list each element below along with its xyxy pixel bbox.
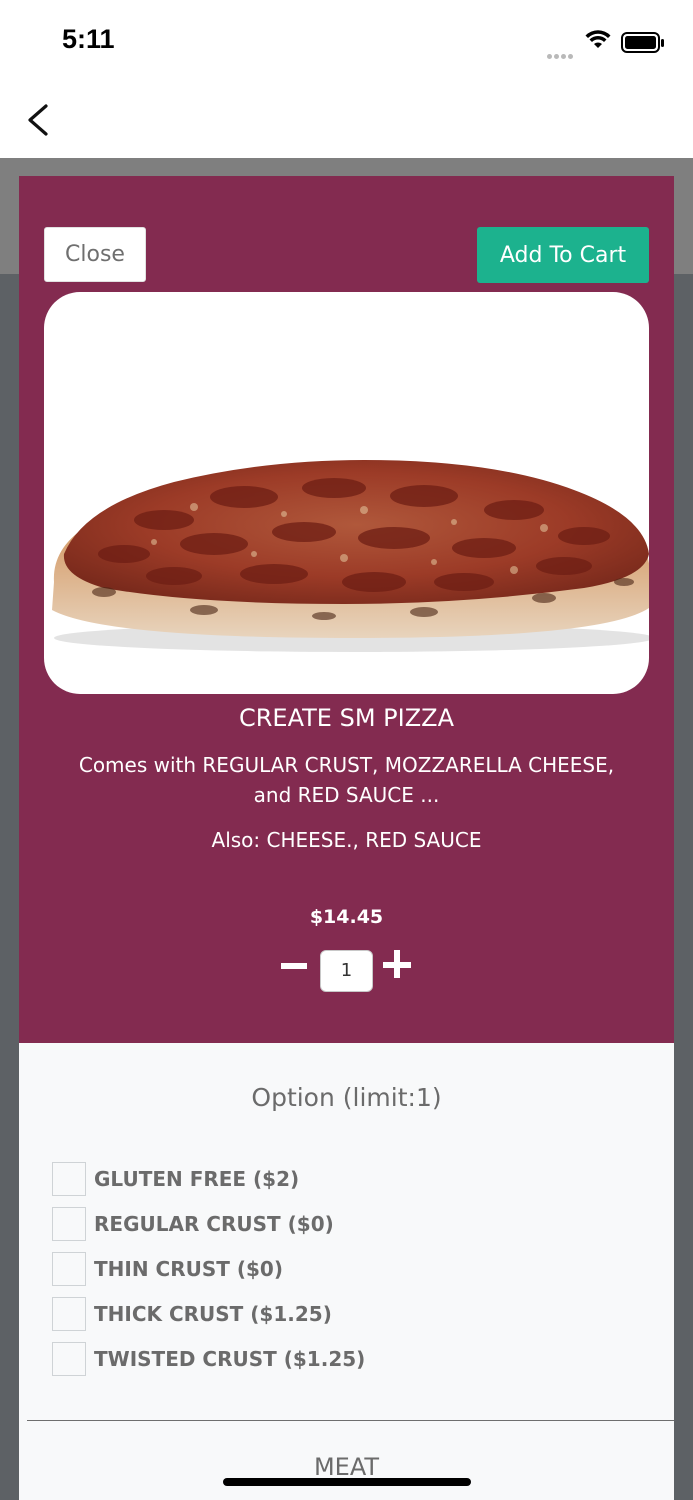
product-title: CREATE SM PIZZA bbox=[238, 704, 455, 732]
meat-section-title: MEAT bbox=[313, 1453, 380, 1481]
option-checkbox[interactable] bbox=[52, 1252, 86, 1286]
status-bar: 5:11 bbox=[0, 0, 693, 84]
quantity-input[interactable]: 1 bbox=[320, 950, 373, 992]
back-chevron-icon[interactable] bbox=[20, 100, 60, 140]
option-label: GLUTEN FREE ($2) bbox=[94, 1167, 300, 1191]
option-regular-crust[interactable]: REGULAR CRUST ($0) bbox=[52, 1206, 334, 1242]
options-title: Option (limit:1) bbox=[251, 1083, 442, 1112]
product-description: Comes with REGULAR CRUST, MOZZARELLA CHE… bbox=[78, 753, 615, 807]
option-thin-crust[interactable]: THIN CRUST ($0) bbox=[52, 1251, 283, 1287]
increase-quantity-button[interactable] bbox=[383, 950, 413, 980]
option-checkbox[interactable] bbox=[52, 1162, 86, 1196]
option-checkbox[interactable] bbox=[52, 1297, 86, 1331]
status-time: 5:11 bbox=[62, 24, 115, 54]
option-label: THICK CRUST ($1.25) bbox=[94, 1302, 332, 1326]
option-checkbox[interactable] bbox=[52, 1342, 86, 1376]
decrease-quantity-button[interactable] bbox=[280, 948, 308, 984]
option-gluten-free[interactable]: GLUTEN FREE ($2) bbox=[52, 1161, 299, 1197]
navigation-bar bbox=[0, 84, 693, 158]
battery-icon bbox=[621, 32, 664, 53]
wifi-icon bbox=[585, 30, 611, 48]
close-button[interactable]: Close bbox=[44, 227, 146, 282]
product-image bbox=[44, 292, 649, 694]
product-modal: Close Add To Cart CREATE SM PIZZA Comes … bbox=[19, 176, 674, 1500]
section-divider bbox=[27, 1420, 674, 1421]
product-price: $14.45 bbox=[309, 906, 384, 928]
option-label: THIN CRUST ($0) bbox=[94, 1257, 283, 1281]
option-checkbox[interactable] bbox=[52, 1207, 86, 1241]
pizza-illustration bbox=[52, 460, 649, 652]
product-also-includes: Also: CHEESE., RED SAUCE bbox=[211, 828, 482, 852]
cellular-signal-icon bbox=[547, 44, 575, 63]
option-thick-crust[interactable]: THICK CRUST ($1.25) bbox=[52, 1296, 332, 1332]
home-indicator[interactable] bbox=[223, 1478, 471, 1486]
option-label: REGULAR CRUST ($0) bbox=[94, 1212, 334, 1236]
option-twisted-crust[interactable]: TWISTED CRUST ($1.25) bbox=[52, 1341, 365, 1377]
add-to-cart-button[interactable]: Add To Cart bbox=[477, 227, 649, 283]
option-label: TWISTED CRUST ($1.25) bbox=[94, 1347, 366, 1371]
product-header: Close Add To Cart CREATE SM PIZZA Comes … bbox=[19, 176, 674, 1043]
